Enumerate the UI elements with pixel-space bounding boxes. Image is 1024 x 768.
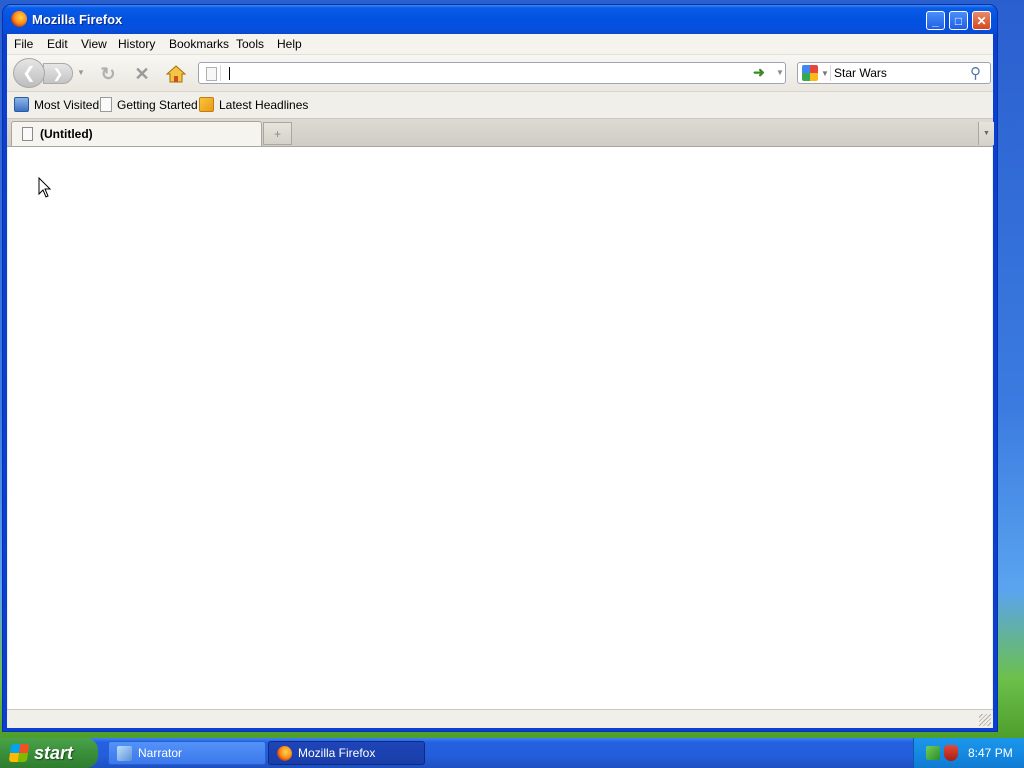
bookmark-most-visited[interactable]: Most Visited xyxy=(14,97,99,112)
taskbar-item-firefox[interactable]: Mozilla Firefox xyxy=(268,741,425,765)
task-label: Mozilla Firefox xyxy=(298,746,376,760)
bookmark-latest-headlines[interactable]: Latest Headlines xyxy=(199,97,308,112)
url-input[interactable] xyxy=(226,65,746,81)
page-content[interactable] xyxy=(8,147,992,709)
firefox-window: Mozilla Firefox _ □ ✕ File Edit View His… xyxy=(3,5,997,731)
windows-logo-icon xyxy=(8,744,30,762)
taskbar-item-narrator[interactable]: Narrator xyxy=(108,741,266,765)
home-button[interactable] xyxy=(166,64,186,84)
plus-icon: + xyxy=(273,126,281,141)
close-icon: ✕ xyxy=(976,13,987,28)
tab-strip: (Untitled) + ▼ xyxy=(7,119,994,147)
title-bar[interactable]: Mozilla Firefox _ □ ✕ xyxy=(3,5,997,34)
window-title: Mozilla Firefox xyxy=(32,12,123,27)
tab-list-button[interactable]: ▼ xyxy=(978,122,994,145)
google-icon xyxy=(802,65,818,81)
back-arrow-icon: ❮ xyxy=(22,65,36,82)
page-icon xyxy=(22,127,33,141)
tab-label: (Untitled) xyxy=(40,127,93,141)
narrator-icon xyxy=(117,745,132,761)
url-bar[interactable]: ➜ ▼ xyxy=(198,62,786,84)
back-button[interactable]: ❮ xyxy=(13,58,45,88)
close-button[interactable]: ✕ xyxy=(972,11,991,30)
start-button[interactable]: start xyxy=(0,738,98,768)
reload-icon[interactable]: ↻ xyxy=(98,64,118,84)
page-favicon-icon xyxy=(202,65,221,81)
search-icon[interactable]: ⚲ xyxy=(970,64,981,82)
menu-history[interactable]: History xyxy=(118,37,155,51)
bookmark-getting-started[interactable]: Getting Started xyxy=(100,97,198,112)
resize-grip-icon[interactable] xyxy=(979,714,991,726)
menu-view[interactable]: View xyxy=(81,37,107,51)
rss-icon xyxy=(199,97,214,112)
home-icon xyxy=(166,65,186,83)
bookmark-label: Getting Started xyxy=(117,97,198,112)
bookmarks-toolbar: Most Visited Getting Started Latest Head… xyxy=(7,92,993,119)
search-bar[interactable]: ▼ Star Wars ⚲ xyxy=(797,62,991,84)
go-arrow-icon[interactable]: ➜ xyxy=(753,64,765,81)
mouse-cursor-icon xyxy=(38,177,52,198)
bookmark-label: Latest Headlines xyxy=(219,97,309,112)
forward-button[interactable]: ❯ xyxy=(43,63,73,84)
security-shield-icon[interactable] xyxy=(944,745,958,761)
search-engine-selector[interactable]: ▼ xyxy=(800,65,831,81)
maximize-icon: □ xyxy=(954,13,963,28)
navigation-toolbar: ❯ ❮ ▼ ↻ ✕ ➜ ▼ ▼ Star Wars ⚲ xyxy=(7,55,993,92)
engine-dropdown-icon: ▼ xyxy=(821,69,829,78)
firefox-logo-icon xyxy=(11,11,27,27)
network-icon[interactable] xyxy=(926,746,940,760)
search-input[interactable]: Star Wars xyxy=(834,66,887,80)
bookmark-label: Most Visited xyxy=(34,97,100,112)
forward-arrow-icon: ❯ xyxy=(52,65,64,81)
start-label: start xyxy=(34,742,74,763)
browser-client-area: File Edit View History Bookmarks Tools H… xyxy=(7,34,994,728)
page-icon xyxy=(100,97,112,112)
menu-edit[interactable]: Edit xyxy=(47,37,68,51)
most-visited-icon xyxy=(14,97,29,112)
minimize-icon: _ xyxy=(932,13,939,28)
chevron-down-icon: ▼ xyxy=(983,130,990,137)
maximize-button[interactable]: □ xyxy=(949,11,968,30)
new-tab-button[interactable]: + xyxy=(263,122,292,145)
menu-file[interactable]: File xyxy=(14,37,33,51)
url-history-dropdown-icon[interactable]: ▼ xyxy=(776,68,784,77)
task-label: Narrator xyxy=(138,746,183,760)
clock[interactable]: 8:47 PM xyxy=(968,746,1013,760)
menu-help[interactable]: Help xyxy=(277,37,302,51)
minimize-button[interactable]: _ xyxy=(926,11,945,30)
menu-bar: File Edit View History Bookmarks Tools H… xyxy=(7,34,993,55)
text-caret xyxy=(229,67,230,80)
menu-bookmarks[interactable]: Bookmarks xyxy=(169,37,229,51)
menu-tools[interactable]: Tools xyxy=(236,37,264,51)
taskbar: start Narrator Mozilla Firefox 8:47 PM xyxy=(0,738,1024,768)
tab-untitled[interactable]: (Untitled) xyxy=(11,121,262,146)
status-bar xyxy=(7,709,993,728)
firefox-logo-icon xyxy=(277,745,292,761)
history-dropdown-icon[interactable]: ▼ xyxy=(77,68,85,77)
stop-icon[interactable]: ✕ xyxy=(132,64,152,84)
system-tray: 8:47 PM xyxy=(913,738,1024,768)
